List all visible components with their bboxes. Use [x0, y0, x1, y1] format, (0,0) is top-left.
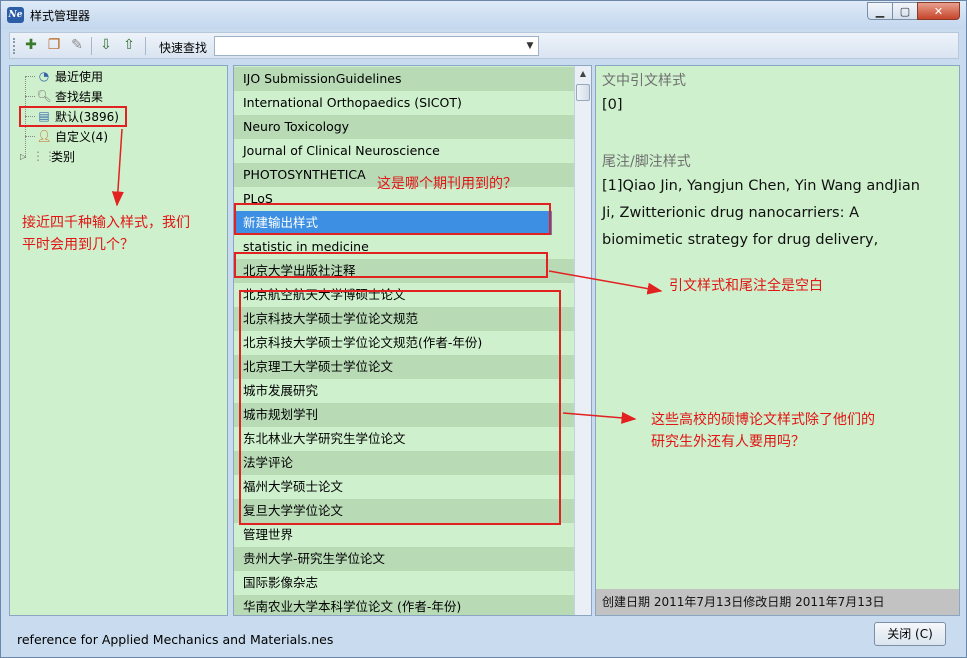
toolbar-grip[interactable]: [13, 38, 16, 54]
list-item[interactable]: Neuro Toxicology: [234, 115, 552, 139]
list-item[interactable]: statistic in medicine: [234, 235, 552, 259]
close-window-button[interactable]: ✕: [917, 2, 960, 20]
delete-style-icon[interactable]: ✎: [68, 37, 86, 54]
list-item[interactable]: 国际影像杂志: [234, 571, 552, 595]
tree-item-label: 最近使用: [55, 69, 104, 84]
list-item[interactable]: 城市发展研究: [234, 379, 552, 403]
list-item[interactable]: 复旦大学学位论文: [234, 499, 552, 523]
list-row-shade: [552, 403, 574, 427]
search-doc-icon: 🔍︎: [36, 89, 52, 103]
import-style-icon[interactable]: ⇩: [97, 37, 115, 54]
list-row-shade: [552, 67, 574, 91]
footnote-heading: 尾注/脚注样式: [602, 154, 691, 170]
footnote-line: [1]Qiao Jin, Yangjun Chen, Yin Wang andJ…: [602, 178, 920, 194]
folder-icon: ▤: [38, 109, 50, 123]
citation-text: [0]: [602, 97, 623, 113]
list-item[interactable]: 北京航空航天大学博硕士论文: [234, 283, 552, 307]
category-icon: ⋮⋮: [32, 149, 56, 163]
list-row-shade: [552, 115, 574, 139]
scroll-up-icon[interactable]: ▲: [575, 66, 591, 82]
citation-heading: 文中引文样式: [602, 73, 686, 89]
annotation-line: 接近四千种输入样式，我们: [22, 215, 190, 231]
list-item[interactable]: 北京科技大学硕士学位论文规范: [234, 307, 552, 331]
list-item[interactable]: 管理世界: [234, 523, 552, 547]
close-button[interactable]: 关闭 (C): [874, 622, 946, 646]
vertical-scrollbar[interactable]: ▲: [574, 66, 591, 615]
list-row-shade: [552, 499, 574, 523]
list-item[interactable]: 新建输出样式: [234, 211, 552, 235]
list-row-shade: [552, 355, 574, 379]
toolbar-separator: [91, 37, 92, 55]
tree-item-recent[interactable]: ◔ 最近使用: [36, 67, 103, 85]
tree-item-label: 查找结果: [55, 89, 104, 104]
copy-style-icon[interactable]: ❐: [45, 37, 63, 54]
new-style-icon[interactable]: ✚: [22, 37, 40, 54]
list-item[interactable]: 华南农业大学本科学位论文 (作者-年份): [234, 595, 552, 615]
maximize-button[interactable]: ▢: [892, 2, 918, 20]
style-list: IJO SubmissionGuidelines International Or…: [233, 65, 592, 616]
list-item[interactable]: Journal of Clinical Neuroscience: [234, 139, 552, 163]
list-item[interactable]: 北京大学出版社注释: [234, 259, 552, 283]
list-row-shade: [552, 451, 574, 475]
list-item[interactable]: 法学评论: [234, 451, 552, 475]
user-icon: 👤︎: [36, 129, 52, 143]
app-icon: Ne: [7, 7, 24, 23]
title-bar[interactable]: Ne 样式管理器 ▁ ▢ ✕: [1, 1, 966, 29]
tree-item-default[interactable]: ▤ 默认(3896): [36, 107, 119, 125]
list-item[interactable]: IJO SubmissionGuidelines: [234, 67, 552, 91]
tree-item-category[interactable]: ▷ ⋮⋮ 类别: [20, 147, 75, 165]
list-item[interactable]: 东北林业大学研究生学位论文: [234, 427, 552, 451]
list-row-shade: [552, 163, 574, 187]
list-row-shade: [552, 547, 574, 571]
tree-item-search-results[interactable]: 🔍︎ 查找结果: [36, 87, 103, 105]
list-item[interactable]: International Orthopaedics (SICOT): [234, 91, 552, 115]
annotation-line: 研究生外还有人要用吗？: [651, 434, 805, 450]
annotation-note-blank: 引文样式和尾注全是空白: [669, 278, 823, 294]
window-controls: ▁ ▢ ✕: [867, 2, 960, 20]
scroll-thumb[interactable]: [576, 84, 590, 101]
annotation-note-universities: 这些高校的硕博论文样式除了他们的 研究生外还有人要用吗？: [651, 409, 875, 453]
list-row-shade: [552, 259, 574, 283]
category-tree: ◔ 最近使用 🔍︎ 查找结果 ▤ 默认(3896) 👤︎ 自定义(4) ▷ ⋮⋮…: [9, 65, 228, 616]
date-footer: 创建日期 2011年7月13日修改日期 2011年7月13日: [596, 589, 959, 615]
list-item[interactable]: 贵州大学-研究生学位论文: [234, 547, 552, 571]
footnote-line: biomimetic strategy for drug delivery,: [602, 232, 879, 248]
preview-pane: 文中引文样式 [0] 尾注/脚注样式 [1]Qiao Jin, Yangjun …: [595, 65, 960, 616]
list-item[interactable]: 城市规划学刊: [234, 403, 552, 427]
list-row-shade: [552, 307, 574, 331]
quick-search-input[interactable]: ▼: [214, 36, 539, 56]
list-item[interactable]: 福州大学硕士论文: [234, 475, 552, 499]
toolbar-separator: [145, 37, 146, 55]
toolbar: ✚ ❐ ✎ ⇩ ⇧ 快速查找 ▼: [9, 32, 959, 59]
chevron-down-icon[interactable]: ▼: [522, 37, 538, 55]
annotation-line: 这些高校的硕博论文样式除了他们的: [651, 412, 875, 428]
window-title: 样式管理器: [30, 9, 91, 23]
clock-icon: ◔: [38, 69, 50, 83]
list-item[interactable]: 北京科技大学硕士学位论文规范(作者-年份): [234, 331, 552, 355]
export-style-icon[interactable]: ⇧: [120, 37, 138, 54]
list-row-shade: [552, 595, 574, 615]
tree-item-custom[interactable]: 👤︎ 自定义(4): [36, 127, 108, 145]
tree-item-label: 自定义(4): [55, 129, 108, 144]
status-filename: reference for Applied Mechanics and Mate…: [17, 632, 334, 647]
annotation-note-left: 接近四千种输入样式，我们 平时会用到几个？: [22, 212, 190, 256]
tree-item-label: 默认(3896): [55, 109, 119, 124]
annotation-line: 平时会用到几个？: [22, 237, 134, 253]
minimize-button[interactable]: ▁: [867, 2, 893, 20]
tree-item-label: 类别: [51, 149, 76, 164]
footnote-line: Ji, Zwitterionic drug nanocarriers: A: [602, 205, 860, 221]
annotation-note-journal: 这是哪个期刊用到的？: [377, 176, 517, 192]
quick-search-label: 快速查找: [159, 41, 208, 55]
list-item[interactable]: 北京理工大学硕士学位论文: [234, 355, 552, 379]
style-manager-window: Ne 样式管理器 ▁ ▢ ✕ ✚ ❐ ✎ ⇩ ⇧ 快速查找 ▼ ◔ 最近使用 🔍…: [0, 0, 967, 658]
expand-arrow-icon[interactable]: ▷: [20, 152, 32, 161]
